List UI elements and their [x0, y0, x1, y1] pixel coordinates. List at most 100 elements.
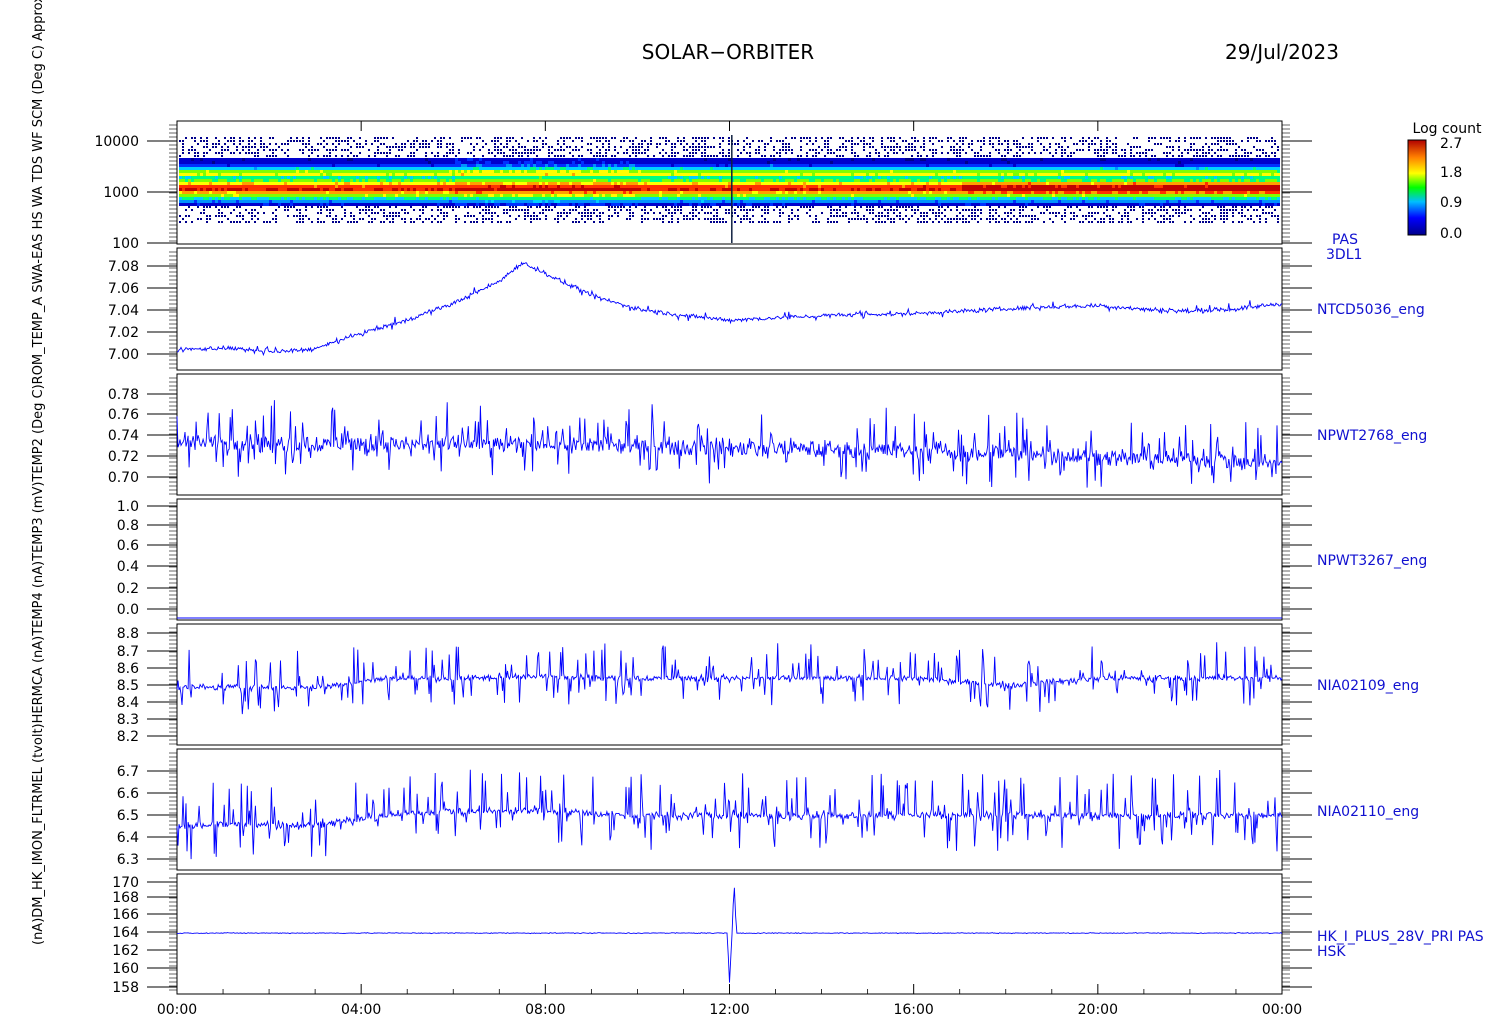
- spectrogram-cell: [713, 194, 716, 197]
- spectrogram-cell: [614, 200, 617, 203]
- y-tick-label: 8.6: [117, 661, 139, 677]
- spectrogram-cell: [704, 173, 707, 176]
- spectrogram-cell: [272, 197, 275, 200]
- spectrogram-cell: [242, 179, 245, 182]
- spectrogram-cell: [272, 194, 275, 197]
- spectrogram-cell: [563, 194, 566, 197]
- spectrogram-cell: [275, 200, 278, 203]
- spectrogram-cell: [668, 155, 670, 157]
- spectrogram-cell: [254, 179, 257, 182]
- spectrogram-cell: [629, 191, 632, 194]
- spectrogram-cell: [335, 191, 338, 194]
- spectrogram-cell: [449, 182, 452, 185]
- spectrogram-cell: [284, 167, 287, 170]
- spectrogram-cell: [287, 140, 289, 142]
- spectrogram-cell: [479, 200, 482, 203]
- spectrogram-cell: [488, 188, 491, 191]
- spectrogram-cell: [416, 164, 419, 167]
- spectrogram-cell: [734, 191, 737, 194]
- spectrogram-cell: [479, 149, 481, 151]
- spectrogram-cell: [539, 200, 542, 203]
- spectrogram-cell: [236, 170, 239, 173]
- spectrogram-cell: [683, 194, 686, 197]
- spectrogram-cell: [686, 161, 689, 164]
- spectrogram-cell: [518, 146, 520, 148]
- spectrogram-cell: [416, 176, 419, 179]
- spectrogram-cell: [497, 167, 500, 170]
- spectrogram-cell: [281, 173, 284, 176]
- spectrogram-cell: [335, 170, 338, 173]
- spectrogram-cell: [206, 203, 209, 206]
- spectrogram-cell: [725, 161, 728, 164]
- spectrogram-cell: [575, 176, 578, 179]
- spectrogram-cell: [674, 206, 676, 208]
- spectrogram-cell: [206, 161, 209, 164]
- spectrogram-cell: [620, 176, 623, 179]
- spectrogram-cell: [248, 173, 251, 176]
- spectrogram-cell: [560, 167, 563, 170]
- spectrogram-cell: [707, 173, 710, 176]
- panel-npwt2768: 0.780.760.740.720.70NPWT2768_eng: [108, 373, 1427, 496]
- spectrogram-cell: [335, 155, 337, 157]
- spectrogram-cell: [446, 191, 449, 194]
- spectrogram-cell: [509, 164, 512, 167]
- spectrogram-cell: [317, 200, 320, 203]
- spectrogram-cell: [320, 191, 323, 194]
- spectrogram-cell: [509, 191, 512, 194]
- spectrogram-cell: [302, 140, 304, 142]
- spectrogram-cell: [278, 197, 281, 200]
- spectrogram-cell: [527, 170, 530, 173]
- spectrogram-cell: [752, 209, 754, 211]
- spectrogram-cell: [587, 176, 590, 179]
- spectrogram-cell: [380, 152, 382, 154]
- spectrogram-cell: [608, 173, 611, 176]
- spectrogram-cell: [491, 197, 494, 200]
- spectrogram-cell: [287, 176, 290, 179]
- spectrogram-cell: [356, 200, 359, 203]
- spectrogram-cell: [644, 218, 646, 220]
- spectrogram-cell: [614, 206, 616, 208]
- spectrogram-cell: [230, 170, 233, 173]
- spectrogram-cell: [713, 200, 716, 203]
- spectrogram-cell: [200, 194, 203, 197]
- spectrogram-cell: [752, 221, 754, 223]
- spectrogram-cell: [644, 152, 646, 154]
- spectrogram-cell: [341, 200, 344, 203]
- spectrogram-cell: [209, 188, 212, 191]
- spectrogram-cell: [530, 161, 533, 164]
- spectrogram-cell: [494, 200, 497, 203]
- spectrogram-cell: [320, 221, 322, 223]
- spectrogram-cell: [521, 185, 524, 188]
- spectrogram-cell: [230, 140, 232, 142]
- spectrogram-cell: [239, 161, 242, 164]
- spectrogram-cell: [557, 182, 560, 185]
- spectrogram-cell: [506, 212, 508, 214]
- spectrogram-cell: [749, 164, 752, 167]
- spectrogram-cell: [671, 179, 674, 182]
- spectrogram-cell: [362, 179, 365, 182]
- spectrogram-cell: [305, 188, 308, 191]
- spectrogram-cell: [422, 221, 424, 223]
- spectrogram-cell: [545, 143, 547, 145]
- spectrogram-cell: [350, 191, 353, 194]
- spectrogram-cell: [233, 194, 236, 197]
- spectrogram-cell: [380, 143, 382, 145]
- spectrogram-cell: [380, 185, 383, 188]
- spectrogram-cell: [482, 164, 485, 167]
- spectrogram-cell: [203, 182, 206, 185]
- spectrogram-cell: [743, 188, 746, 191]
- spectrogram-cell: [752, 188, 755, 191]
- spectrogram-cell: [647, 146, 649, 148]
- spectrogram-cell: [599, 203, 602, 206]
- spectrogram-cell: [716, 218, 718, 220]
- spectrogram-cell: [665, 176, 668, 179]
- spectrogram-cell: [251, 146, 253, 148]
- spectrogram-cell: [320, 170, 323, 173]
- spectrogram-cell: [257, 194, 260, 197]
- spectrogram-cell: [440, 188, 443, 191]
- spectrogram-cell: [749, 161, 752, 164]
- spectrogram-cell: [341, 188, 344, 191]
- spectrogram-cell: [491, 191, 494, 194]
- spectrogram-cell: [713, 176, 716, 179]
- spectrogram-cell: [452, 152, 454, 154]
